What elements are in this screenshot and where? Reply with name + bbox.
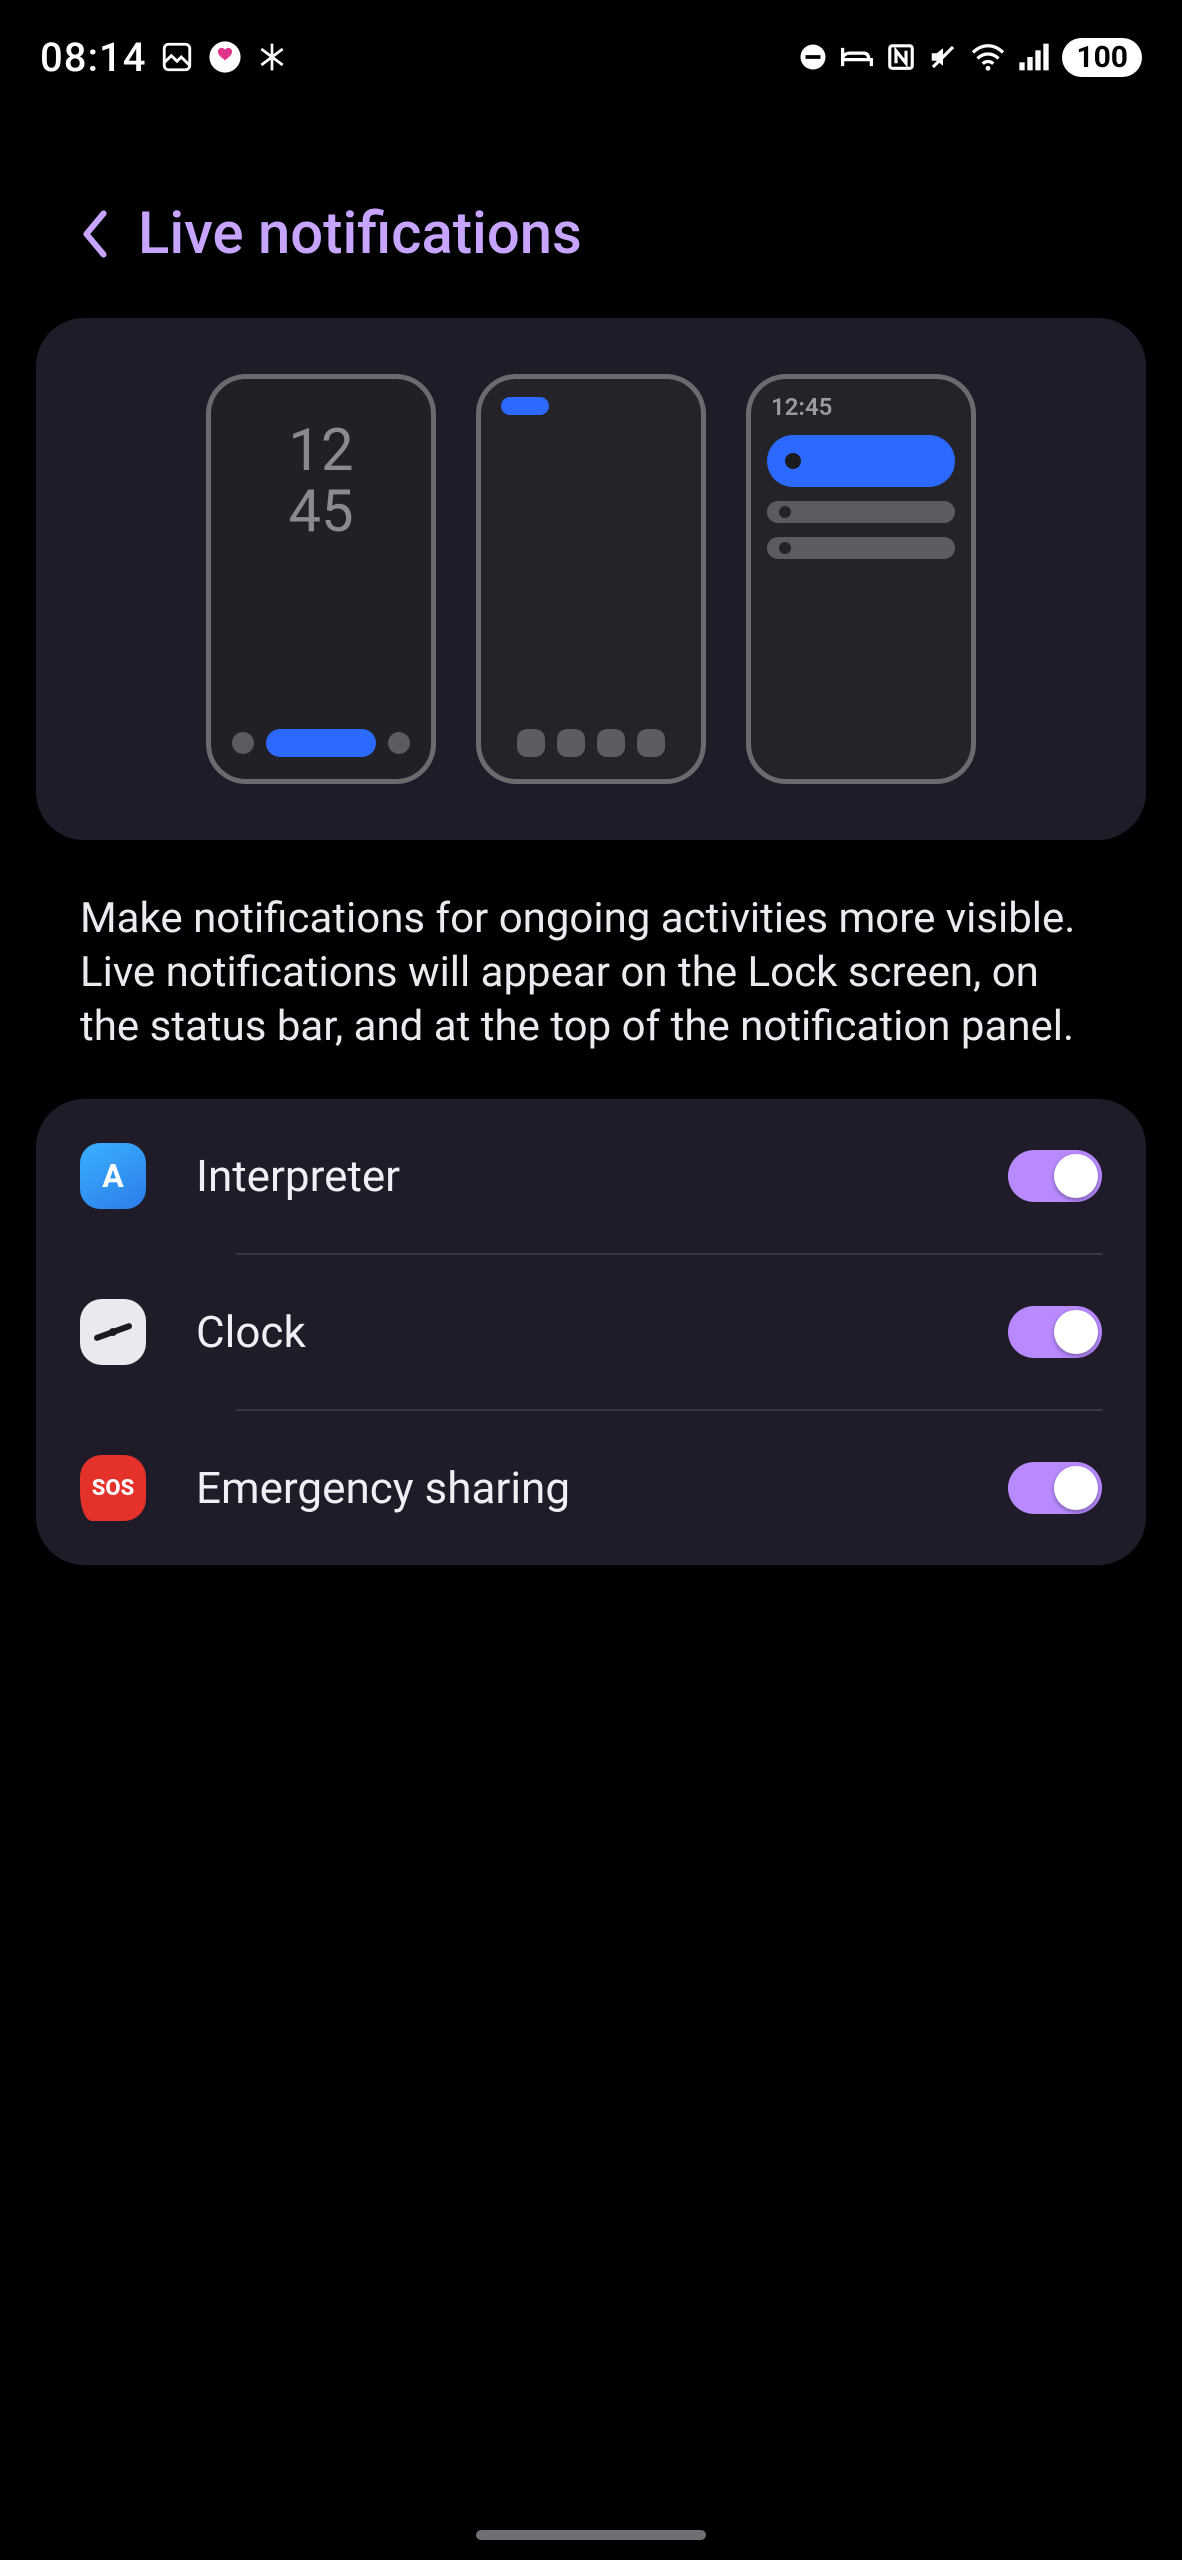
- sos-icon-glyph: SOS: [92, 1476, 135, 1501]
- gallery-icon: [160, 40, 194, 74]
- mute-icon: [928, 42, 958, 72]
- dock-dot-icon: [232, 732, 254, 754]
- status-left: 08:14: [40, 34, 288, 81]
- app-item-clock[interactable]: Clock: [36, 1255, 1146, 1409]
- app-label: Emergency sharing: [196, 1462, 958, 1514]
- status-bar: 08:14 100: [0, 0, 1182, 90]
- wifi-icon: [970, 42, 1006, 72]
- interpreter-app-icon: A: [80, 1143, 146, 1209]
- preview-lockscreen: 12 45: [206, 374, 436, 784]
- app-label: Clock: [196, 1306, 958, 1358]
- app-label: Interpreter: [196, 1150, 958, 1202]
- dock-app-icon: [637, 729, 665, 757]
- preview-panel-time: 12:45: [771, 393, 832, 421]
- toggle-knob: [1054, 1310, 1098, 1354]
- app-item-interpreter[interactable]: A Interpreter: [36, 1099, 1146, 1253]
- preview-homescreen: [476, 374, 706, 784]
- preview-notif-bar: [767, 537, 955, 559]
- preview-statusbar-pill: [501, 397, 549, 415]
- dock-app-icon: [597, 729, 625, 757]
- toggle-interpreter[interactable]: [1008, 1150, 1102, 1202]
- preview-card: 12 45 12:45: [36, 318, 1146, 840]
- back-button[interactable]: [80, 209, 110, 259]
- page-title: Live notifications: [138, 200, 582, 268]
- gesture-nav-handle[interactable]: [476, 2530, 706, 2540]
- dnd-icon: [798, 42, 828, 72]
- preview-home-dock: [481, 729, 701, 757]
- preview-live-notif-bar: [767, 435, 955, 487]
- health-icon: [208, 40, 242, 74]
- status-right: 100: [798, 38, 1142, 77]
- preview-lock-hour: 12: [211, 421, 431, 482]
- preview-lock-dock: [211, 729, 431, 757]
- preview-lock-time: 12 45: [211, 421, 431, 543]
- snowflake-icon: [256, 41, 288, 73]
- app-settings-list: A Interpreter Clock SOS Emergency sharin…: [36, 1099, 1146, 1565]
- battery-indicator: 100: [1062, 38, 1142, 77]
- dock-pill-icon: [266, 729, 376, 757]
- nfc-icon: [886, 42, 916, 72]
- toggle-clock[interactable]: [1008, 1306, 1102, 1358]
- dock-dot-icon: [388, 732, 410, 754]
- preview-notif-bar: [767, 501, 955, 523]
- dock-app-icon: [517, 729, 545, 757]
- description-text: Make notifications for ongoing activitie…: [0, 840, 1182, 1099]
- dock-app-icon: [557, 729, 585, 757]
- app-item-emergency-sharing[interactable]: SOS Emergency sharing: [36, 1411, 1146, 1565]
- status-time: 08:14: [40, 34, 146, 81]
- bed-icon: [840, 42, 874, 72]
- toggle-emergency[interactable]: [1008, 1462, 1102, 1514]
- preview-panel-items: [767, 435, 955, 559]
- preview-notification-panel: 12:45: [746, 374, 976, 784]
- preview-lock-min: 45: [211, 482, 431, 543]
- interpreter-icon-glyph: A: [102, 1157, 124, 1195]
- clock-app-icon: [80, 1299, 146, 1365]
- toggle-knob: [1054, 1466, 1098, 1510]
- toggle-knob: [1054, 1154, 1098, 1198]
- signal-icon: [1018, 42, 1050, 72]
- sos-app-icon: SOS: [80, 1455, 146, 1521]
- page-header: Live notifications: [0, 90, 1182, 318]
